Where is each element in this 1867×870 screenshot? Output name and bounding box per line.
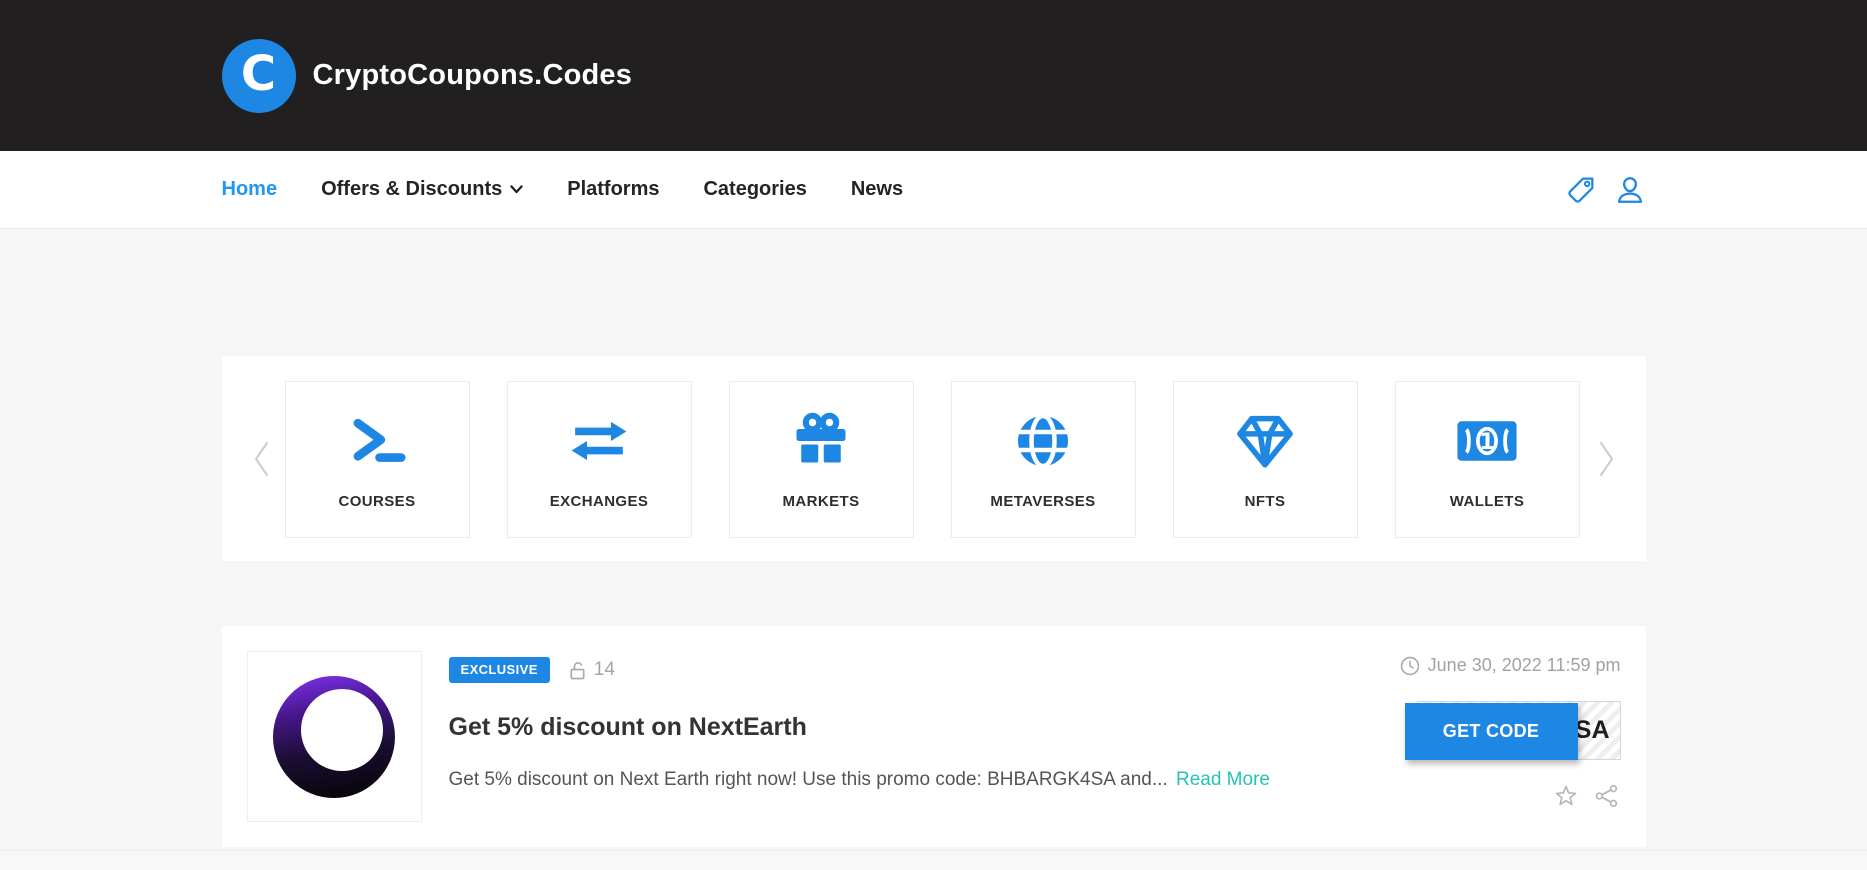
gift-icon [791,410,851,472]
coupon-description: Get 5% discount on Next Earth right now!… [449,769,1379,791]
footer-strip [0,850,1867,870]
clock-icon [1400,656,1420,676]
nav-item-home[interactable]: Home [222,178,278,201]
category-card-wallets[interactable]: 1 WALLETS [1395,381,1580,538]
exchange-arrows-icon [568,410,630,472]
coupon-main: EXCLUSIVE 14 Get 5% discount on NextEart… [449,651,1379,822]
category-label: MARKETS [783,493,860,510]
chevron-down-icon [510,185,523,194]
site-logo-icon: C [222,39,296,113]
category-card-courses[interactable]: COURSES [285,381,470,538]
share-icon[interactable] [1594,783,1620,809]
nav-item-news[interactable]: News [851,178,903,201]
globe-icon [1013,410,1073,472]
category-carousel: COURSES EXCHANGES MARKETS METAVERSES [222,356,1646,561]
category-card-metaverses[interactable]: METAVERSES [951,381,1136,538]
category-card-markets[interactable]: MARKETS [729,381,914,538]
coupon-right: June 30, 2022 11:59 pm SA GET CODE [1379,651,1621,822]
gem-icon [1233,410,1297,472]
uses-count: 14 [568,659,615,681]
user-icon[interactable] [1614,174,1646,206]
nav-item-platforms[interactable]: Platforms [567,178,659,201]
category-label: WALLETS [1450,493,1524,510]
get-code-widget: SA GET CODE [1405,701,1621,761]
get-code-button[interactable]: GET CODE [1405,703,1578,760]
uses-count-value: 14 [594,659,615,681]
carousel-next-button[interactable] [1598,440,1616,478]
category-label: COURSES [339,493,416,510]
site-logo[interactable]: C CryptoCoupons.Codes [222,39,633,113]
favorite-star-icon[interactable] [1553,783,1579,809]
money-bill-icon: 1 [1455,410,1519,472]
nav-item-categories[interactable]: Categories [703,178,806,201]
coupon-actions [1553,783,1620,809]
category-label: METAVERSES [990,493,1095,510]
category-card-nfts[interactable]: NFTS [1173,381,1358,538]
exclusive-badge: EXCLUSIVE [449,657,550,683]
carousel-prev-button[interactable] [252,440,270,478]
nav-items: Home Offers & Discounts Platforms Catego… [222,178,904,201]
coupon-title: Get 5% discount on NextEarth [449,713,1379,742]
coupon-store-logo[interactable] [247,651,422,822]
site-title: CryptoCoupons.Codes [313,59,633,92]
chevron-right-icon [1598,440,1616,478]
nav-item-label: Offers & Discounts [321,178,502,201]
category-label: NFTS [1245,493,1286,510]
expiry-date-text: June 30, 2022 11:59 pm [1428,655,1621,676]
unlock-icon [568,660,587,681]
terminal-icon [346,410,408,472]
main-nav: Home Offers & Discounts Platforms Catego… [0,151,1867,229]
nav-icons [1565,174,1646,206]
expiry-date: June 30, 2022 11:59 pm [1400,655,1621,676]
read-more-link[interactable]: Read More [1176,769,1270,790]
nav-item-offers-discounts[interactable]: Offers & Discounts [321,178,523,201]
tag-icon[interactable] [1565,174,1597,206]
category-cards: COURSES EXCHANGES MARKETS METAVERSES [222,381,1646,538]
nextearth-logo-image [273,676,395,798]
coupon-card: EXCLUSIVE 14 Get 5% discount on NextEart… [222,626,1646,847]
category-card-exchanges[interactable]: EXCHANGES [507,381,692,538]
chevron-left-icon [252,440,270,478]
site-header: C CryptoCoupons.Codes [0,0,1867,151]
main-content: COURSES EXCHANGES MARKETS METAVERSES [0,356,1867,847]
coupon-code-peek-text: SA [1575,716,1610,745]
svg-text:1: 1 [1479,428,1494,454]
category-label: EXCHANGES [550,493,649,510]
coupon-description-text: Get 5% discount on Next Earth right now!… [449,769,1168,790]
